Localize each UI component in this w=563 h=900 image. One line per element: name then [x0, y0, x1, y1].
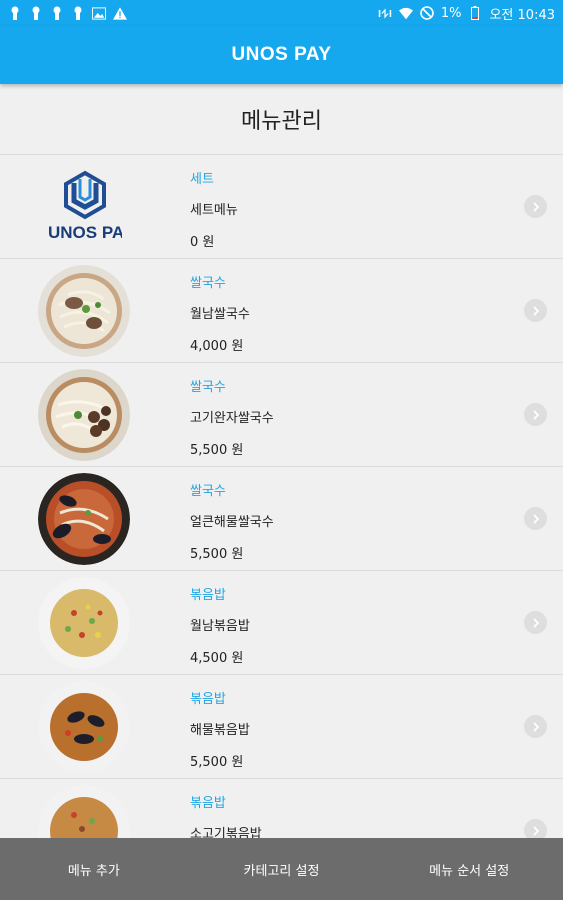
keyhole-icon [71, 6, 85, 20]
item-category: 볶음밥 [190, 796, 226, 811]
food-photo [38, 681, 130, 773]
menu-list: UNOS PAY 세트 세트메뉴 0 원 쌀국수 월남쌀국수 [0, 155, 563, 838]
warning-icon [113, 6, 127, 20]
wifi-icon [398, 6, 413, 20]
item-price: 4,000 원 [190, 339, 244, 354]
chevron-right-icon[interactable] [524, 403, 547, 426]
status-left-icons [8, 6, 127, 20]
item-category: 쌀국수 [190, 484, 226, 499]
menu-item[interactable]: 볶음밥 소고기볶음밥 [0, 779, 563, 838]
add-menu-button[interactable]: 메뉴 추가 [0, 860, 188, 879]
item-category: 세트 [190, 172, 214, 187]
keyhole-icon [8, 6, 22, 20]
food-photo [38, 473, 130, 565]
menu-item[interactable]: 볶음밥 월남볶음밥 4,500 원 [0, 571, 563, 675]
item-name: 얼큰해물쌀국수 [190, 515, 274, 530]
unos-pay-logo: UNOS PAY [40, 167, 130, 247]
item-category: 쌀국수 [190, 380, 226, 395]
status-right-icons: 1% 오전 10:43 [378, 4, 555, 23]
item-name: 고기완자쌀국수 [190, 411, 274, 426]
logo-text: UNOS PAY [48, 223, 122, 242]
chevron-right-icon[interactable] [524, 715, 547, 738]
app-bar: UNOS PAY [0, 26, 563, 84]
page-title: 메뉴관리 [241, 109, 322, 134]
item-price: 0 원 [190, 235, 215, 250]
item-category: 쌀국수 [190, 276, 226, 291]
item-name: 월남쌀국수 [190, 307, 250, 322]
chevron-right-icon[interactable] [524, 299, 547, 322]
chevron-right-icon[interactable] [524, 195, 547, 218]
keyhole-icon [29, 6, 43, 20]
item-price: 5,500 원 [190, 547, 244, 562]
bottom-action-bar: 메뉴 추가 카테고리 설정 메뉴 순서 설정 [0, 838, 563, 900]
item-name: 세트메뉴 [190, 203, 238, 218]
clock: 오전 10:43 [489, 7, 555, 23]
item-price: 4,500 원 [190, 651, 244, 666]
image-icon [92, 6, 106, 20]
chevron-right-icon[interactable] [524, 819, 547, 838]
nfc-icon [378, 6, 392, 20]
menu-item[interactable]: UNOS PAY 세트 세트메뉴 0 원 [0, 155, 563, 259]
item-name: 소고기볶음밥 [190, 827, 262, 838]
menu-item[interactable]: 쌀국수 얼큰해물쌀국수 5,500 원 [0, 467, 563, 571]
food-photo [38, 265, 130, 357]
food-photo [38, 785, 130, 838]
chevron-right-icon[interactable] [524, 611, 547, 634]
food-photo [38, 577, 130, 669]
status-bar: 1% 오전 10:43 [0, 0, 563, 26]
menu-item[interactable]: 쌀국수 월남쌀국수 4,000 원 [0, 259, 563, 363]
battery-percent: 1% [440, 5, 462, 21]
item-price: 5,500 원 [190, 755, 244, 770]
menu-item[interactable]: 볶음밥 해물볶음밥 5,500 원 [0, 675, 563, 779]
app-title: UNOS PAY [231, 44, 332, 65]
battery-icon [468, 6, 482, 20]
food-photo [38, 369, 130, 461]
item-category: 볶음밥 [190, 692, 226, 707]
item-price: 5,500 원 [190, 443, 244, 458]
menu-order-settings-button[interactable]: 메뉴 순서 설정 [375, 860, 563, 879]
do-not-disturb-icon [420, 6, 434, 20]
chevron-right-icon[interactable] [524, 507, 547, 530]
item-category: 볶음밥 [190, 588, 226, 603]
item-name: 해물볶음밥 [190, 723, 250, 738]
page-header: 메뉴관리 [0, 84, 563, 155]
menu-item[interactable]: 쌀국수 고기완자쌀국수 5,500 원 [0, 363, 563, 467]
keyhole-icon [50, 6, 64, 20]
category-settings-button[interactable]: 카테고리 설정 [188, 860, 376, 879]
item-name: 월남볶음밥 [190, 619, 250, 634]
